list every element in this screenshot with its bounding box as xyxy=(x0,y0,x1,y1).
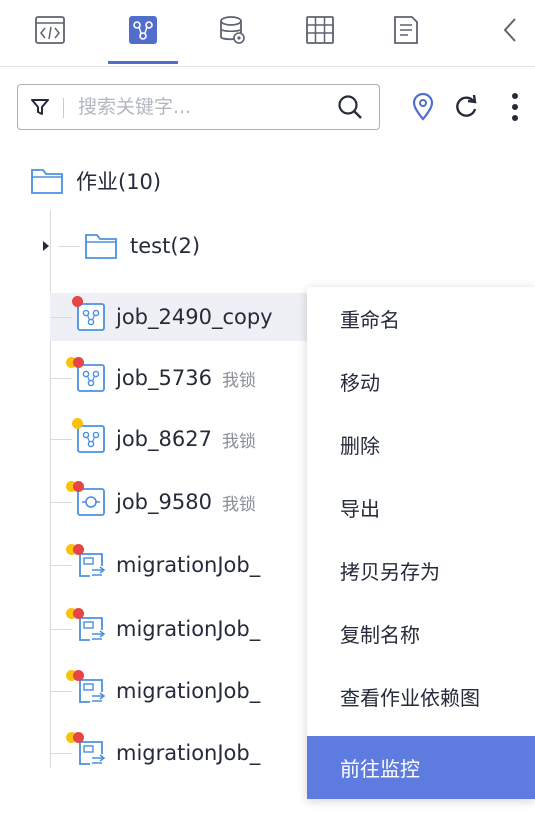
refresh-button[interactable] xyxy=(449,90,483,124)
lock-status: 我锁 xyxy=(221,370,256,391)
job-flow-icon xyxy=(72,418,106,454)
collapse-panel-button[interactable] xyxy=(488,8,532,52)
job-name: job_5736 xyxy=(116,366,212,390)
menu-export[interactable]: 导出 xyxy=(307,476,535,539)
search-input[interactable] xyxy=(78,93,308,121)
job-name: migrationJob_ xyxy=(116,679,261,703)
tab-documents[interactable] xyxy=(384,8,428,52)
lock-status: 我锁 xyxy=(221,431,256,452)
migration-job-icon xyxy=(66,608,106,644)
lock-status: 我锁 xyxy=(221,494,256,515)
folder-label: test(2) xyxy=(130,234,201,258)
active-tab-indicator xyxy=(108,61,178,64)
menu-move[interactable]: 移动 xyxy=(307,350,535,413)
search-separator xyxy=(63,98,64,118)
context-menu: 重命名 移动 删除 导出 拷贝另存为 复制名称 查看作业依赖图 前往监控 xyxy=(307,287,535,799)
status-dot xyxy=(72,418,83,429)
filter-icon[interactable] xyxy=(30,97,50,117)
migration-job-icon xyxy=(66,732,106,768)
status-dot xyxy=(72,296,83,307)
document-icon xyxy=(394,16,418,44)
tree-connector xyxy=(50,628,72,630)
status-dot xyxy=(73,670,84,681)
menu-rename[interactable]: 重命名 xyxy=(307,287,535,350)
menu-view-dependencies[interactable]: 查看作业依赖图 xyxy=(307,665,535,728)
migration-job-icon xyxy=(66,544,106,580)
tab-script[interactable] xyxy=(28,8,72,52)
tree-connector xyxy=(50,564,72,566)
tree-root-jobs[interactable]: 作业(10) xyxy=(30,157,161,205)
tree-connector xyxy=(50,752,72,754)
tree-connector xyxy=(50,316,72,318)
more-vertical-icon xyxy=(512,93,518,121)
toolbar-tabs xyxy=(0,0,535,66)
job-tree-item[interactable]: job_8627 我锁 xyxy=(50,415,307,463)
status-dot xyxy=(73,357,84,368)
job-name: job_2490_copy xyxy=(116,305,273,329)
migration-job-icon xyxy=(66,670,106,706)
job-tree-item[interactable]: job_2490_copy xyxy=(50,293,308,341)
status-dot xyxy=(73,481,84,492)
locate-button[interactable] xyxy=(406,90,440,124)
job-name: job_9580 xyxy=(116,490,212,514)
menu-save-as[interactable]: 拷贝另存为 xyxy=(307,539,535,602)
job-name: migrationJob_ xyxy=(116,553,261,577)
tree-connector xyxy=(50,501,72,503)
tree-root-label: 作业(10) xyxy=(76,170,162,194)
search-icon[interactable] xyxy=(336,93,364,121)
job-tree-item[interactable]: migrationJob_ xyxy=(50,729,307,777)
job-flow-icon xyxy=(66,357,106,393)
job-tree-item[interactable]: migrationJob_ xyxy=(50,667,307,715)
tab-jobs[interactable] xyxy=(121,8,165,52)
tree-connector xyxy=(50,438,72,440)
table-grid-icon xyxy=(306,16,334,44)
tree-connector xyxy=(50,690,72,692)
job-flow-icon xyxy=(72,296,106,332)
job-tree-item[interactable]: migrationJob_ xyxy=(50,605,307,653)
job-single-icon xyxy=(66,481,106,517)
job-tree-item[interactable]: job_9580 我锁 xyxy=(50,478,307,526)
menu-delete[interactable]: 删除 xyxy=(307,413,535,476)
chevron-left-icon xyxy=(503,18,516,42)
tree-folder-test[interactable]: test(2) xyxy=(40,222,200,270)
database-settings-icon xyxy=(220,16,245,44)
menu-copy-name[interactable]: 复制名称 xyxy=(307,602,535,665)
status-dot xyxy=(73,608,84,619)
folder-icon xyxy=(85,234,117,259)
tabs-divider xyxy=(0,66,535,67)
caret-right-icon[interactable] xyxy=(40,239,52,253)
location-pin-icon xyxy=(412,93,434,121)
job-name: migrationJob_ xyxy=(116,617,261,641)
code-file-icon xyxy=(35,16,65,44)
refresh-icon xyxy=(456,94,477,117)
search-box xyxy=(17,84,380,130)
menu-go-to-monitor[interactable]: 前往监控 xyxy=(307,736,535,799)
job-name: migrationJob_ xyxy=(116,741,261,765)
more-button[interactable] xyxy=(500,90,530,124)
tree-connector xyxy=(50,377,72,379)
status-dot xyxy=(73,544,84,555)
tab-tables[interactable] xyxy=(298,8,342,52)
job-tree-item[interactable]: job_5736 我锁 xyxy=(50,354,307,402)
job-tree-item[interactable]: migrationJob_ xyxy=(50,541,307,589)
status-dot xyxy=(73,732,84,743)
job-flow-icon xyxy=(129,16,157,44)
tab-database[interactable] xyxy=(210,8,254,52)
folder-icon xyxy=(31,169,63,194)
job-name: job_8627 xyxy=(116,427,212,451)
